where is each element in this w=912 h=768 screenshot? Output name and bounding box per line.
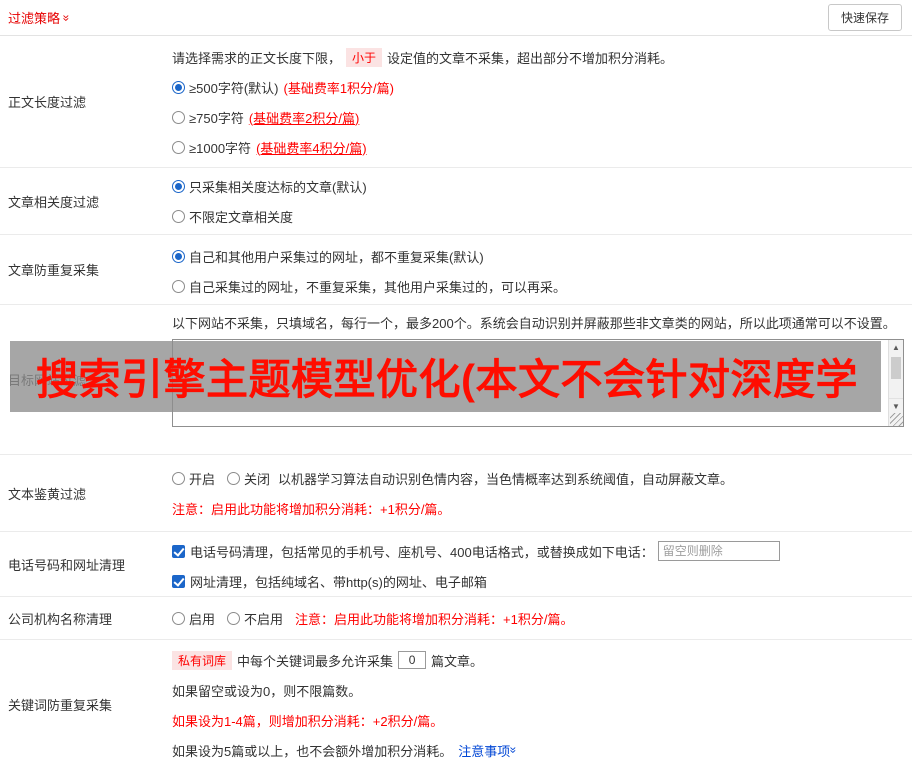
radio-porn-on-label[interactable]: 开启 bbox=[189, 469, 215, 488]
radio-500-chars[interactable] bbox=[172, 80, 185, 94]
phone-clean-item: 电话号码清理，包括常见的手机号、座机号、400电话格式，或替换成如下电话： bbox=[172, 536, 904, 566]
radio-relevance-off-label[interactable]: 不限定文章相关度 bbox=[189, 207, 293, 226]
quick-save-button[interactable]: 快速保存 bbox=[827, 4, 902, 31]
porn-filter-options: 开启 关闭 以机器学习算法自动识别色情内容，当色情概率达到系统阈值，自动屏蔽文章… bbox=[172, 463, 904, 493]
notice-link[interactable]: 注意事项 bbox=[458, 741, 510, 760]
intro-post: 设定值的文章不采集，超出部分不增加积分消耗。 bbox=[387, 50, 674, 66]
row-label-relevance: 文章相关度过滤 bbox=[8, 194, 100, 210]
checkbox-url-clean[interactable] bbox=[172, 574, 185, 588]
keyword-limit-mid: 中每个关键词最多允许采集 bbox=[237, 653, 394, 669]
radio-porn-on[interactable] bbox=[172, 471, 185, 485]
option-500-chars: ≥500字符(默认) (基础费率1积分/篇) bbox=[172, 72, 904, 102]
radio-750-label[interactable]: ≥750字符 bbox=[189, 108, 244, 127]
page-title-toggle[interactable]: 过滤策略 » bbox=[8, 8, 74, 27]
option-dedup-self-only: 自己采集过的网址，不重复采集，其他用户采集过的，可以再采。 bbox=[172, 271, 904, 301]
notice-chevron-down-icon[interactable]: » bbox=[507, 747, 521, 754]
radio-dedup-all-users-label[interactable]: 自己和其他用户采集过的网址，都不重复采集(默认) bbox=[189, 247, 484, 266]
setting-row-company-clean: 公司机构名称清理 启用 不启用 注意：启用此功能将增加积分消耗：+1积分/篇。 bbox=[0, 597, 912, 640]
radio-1000-label[interactable]: ≥1000字符 bbox=[189, 138, 251, 157]
porn-filter-note: 注意：启用此功能将增加积分消耗：+1积分/篇。 bbox=[172, 501, 451, 517]
checkbox-phone-clean[interactable] bbox=[172, 544, 185, 558]
keyword-note-5plus-text: 如果设为5篇或以上，也不会额外增加积分消耗。 bbox=[172, 743, 453, 759]
radio-1000-chars[interactable] bbox=[172, 140, 185, 154]
company-clean-note: 注意：启用此功能将增加积分消耗：+1积分/篇。 bbox=[295, 611, 574, 627]
keyword-limit-line: 私有词库 中每个关键词最多允许采集 篇文章。 bbox=[172, 645, 904, 675]
url-clean-label[interactable]: 网址清理，包括纯域名、带http(s)的网址、电子邮箱 bbox=[190, 572, 487, 591]
radio-company-off[interactable] bbox=[227, 611, 241, 625]
radio-dedup-self-only[interactable] bbox=[172, 279, 185, 293]
scroll-up-icon[interactable]: ▲ bbox=[889, 340, 903, 355]
phone-clean-label[interactable]: 电话号码清理，包括常见的手机号、座机号、400电话格式，或替换成如下电话： bbox=[190, 542, 654, 561]
option-relevance-on: 只采集相关度达标的文章(默认) bbox=[172, 171, 904, 201]
option-1000-chars: ≥1000字符 (基础费率4积分/篇) bbox=[172, 132, 904, 162]
chevron-down-icon: » bbox=[59, 14, 74, 21]
company-clean-options: 启用 不启用 注意：启用此功能将增加积分消耗：+1积分/篇。 bbox=[172, 603, 904, 633]
radio-porn-off-label[interactable]: 关闭 bbox=[244, 469, 270, 488]
radio-relevance-on-label[interactable]: 只采集相关度达标的文章(默认) bbox=[189, 177, 367, 196]
radio-dedup-all-users[interactable] bbox=[172, 249, 185, 263]
row-label-article-dedup: 文章防重复采集 bbox=[8, 263, 100, 278]
keyword-limit-tail: 篇文章。 bbox=[431, 653, 484, 669]
caption-overlay: 搜索引擎主题模型优化(本文不会针对深度学 bbox=[10, 341, 881, 412]
keyword-note-1-4: 如果设为1-4篇，则增加积分消耗：+2积分/篇。 bbox=[172, 713, 444, 729]
radio-porn-off[interactable] bbox=[227, 471, 241, 485]
radio-company-on-label[interactable]: 启用 bbox=[189, 609, 215, 628]
setting-row-porn-filter: 文本鉴黄过滤 开启 关闭 以机器学习算法自动识别色情内容，当色情概率达到系统阈值… bbox=[0, 455, 912, 532]
keyword-note-zero: 如果留空或设为0，则不限篇数。 bbox=[172, 683, 362, 699]
radio-relevance-on[interactable] bbox=[172, 179, 185, 193]
porn-filter-description: 以机器学习算法自动识别色情内容，当色情概率达到系统阈值，自动屏蔽文章。 bbox=[278, 471, 734, 487]
private-lexicon-highlight: 私有词库 bbox=[172, 650, 233, 670]
keyword-count-input[interactable] bbox=[398, 651, 427, 669]
less-than-highlight: 小于 bbox=[346, 47, 383, 67]
caption-overlay-text: 搜索引擎主题模型优化(本文不会针对深度学 bbox=[36, 356, 858, 403]
fee-rate-1: (基础费率1积分/篇) bbox=[283, 80, 394, 96]
option-750-chars: ≥750字符 (基础费率2积分/篇) bbox=[172, 102, 904, 132]
row-label-body-length: 正文长度过滤 bbox=[8, 95, 87, 110]
setting-row-keyword-dedup: 关键词防重复采集 私有词库 中每个关键词最多允许采集 篇文章。 如果留空或设为0… bbox=[0, 640, 912, 768]
row-label-phone-url-clean: 电话号码和网址清理 bbox=[8, 557, 126, 573]
radio-company-off-label[interactable]: 不启用 bbox=[244, 609, 283, 628]
page-title: 过滤策略 bbox=[8, 11, 61, 26]
radio-dedup-self-only-label[interactable]: 自己采集过的网址，不重复采集，其他用户采集过的，可以再采。 bbox=[189, 277, 566, 296]
option-dedup-all-users: 自己和其他用户采集过的网址，都不重复采集(默认) bbox=[172, 241, 904, 271]
topbar: 过滤策略 » 快速保存 bbox=[0, 0, 912, 36]
row-label-keyword-dedup: 关键词防重复采集 bbox=[8, 697, 113, 713]
scroll-down-icon[interactable]: ▼ bbox=[889, 398, 903, 413]
radio-500-label[interactable]: ≥500字符(默认) bbox=[189, 78, 278, 97]
fee-rate-4: (基础费率4积分/篇) bbox=[256, 140, 367, 156]
target-site-description: 以下网站不采集，只填域名，每行一个，最多200个。系统会自动识别并屏蔽那些非文章… bbox=[172, 316, 896, 331]
intro-pre: 请选择需求的正文长度下限， bbox=[172, 50, 342, 66]
url-clean-item: 网址清理，包括纯域名、带http(s)的网址、电子邮箱 bbox=[172, 566, 904, 596]
row-label-porn-filter: 文本鉴黄过滤 bbox=[8, 486, 87, 502]
setting-row-body-length: 正文长度过滤 请选择需求的正文长度下限， 小于 设定值的文章不采集，超出部分不增… bbox=[0, 36, 912, 168]
radio-relevance-off[interactable] bbox=[172, 209, 185, 223]
radio-company-on[interactable] bbox=[172, 611, 185, 625]
setting-row-relevance: 文章相关度过滤 只采集相关度达标的文章(默认) 不限定文章相关度 bbox=[0, 168, 912, 235]
fee-rate-2: (基础费率2积分/篇) bbox=[248, 110, 360, 126]
radio-750-chars[interactable] bbox=[172, 110, 185, 124]
resize-grip-icon[interactable] bbox=[890, 413, 903, 426]
setting-row-phone-url-clean: 电话号码和网址清理 电话号码清理，包括常见的手机号、座机号、400电话格式，或替… bbox=[0, 532, 912, 597]
scrollbar-thumb[interactable] bbox=[891, 357, 901, 379]
replace-phone-input[interactable] bbox=[657, 541, 780, 561]
row-label-company-clean: 公司机构名称清理 bbox=[8, 611, 113, 627]
setting-row-article-dedup: 文章防重复采集 自己和其他用户采集过的网址，都不重复采集(默认) 自己采集过的网… bbox=[0, 235, 912, 305]
body-length-intro: 请选择需求的正文长度下限， 小于 设定值的文章不采集，超出部分不增加积分消耗。 bbox=[172, 42, 904, 72]
keyword-note-5plus: 如果设为5篇或以上，也不会额外增加积分消耗。 注意事项 » bbox=[172, 735, 904, 765]
option-relevance-off: 不限定文章相关度 bbox=[172, 201, 904, 231]
filter-strategy-page: 过滤策略 » 快速保存 正文长度过滤 请选择需求的正文长度下限， 小于 设定值的… bbox=[0, 0, 912, 768]
